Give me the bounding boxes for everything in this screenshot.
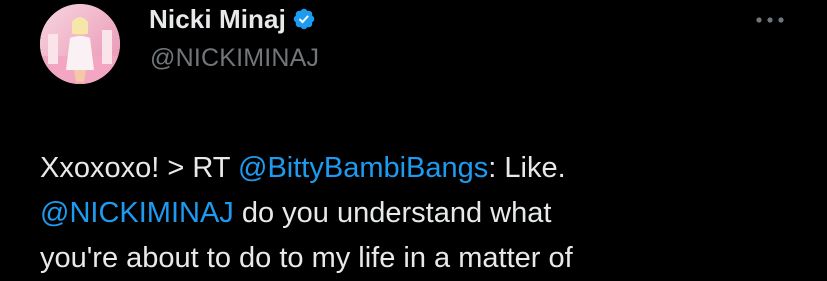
tweet-text: Xxoxoxo! > RT @BittyBambiBangs: Like. @N…	[40, 146, 810, 281]
verified-badge-icon[interactable]	[292, 7, 316, 31]
tweet-line-3: you're about to do to my life in a matte…	[40, 242, 573, 274]
tweet-text-segment: : Like.	[488, 152, 566, 184]
mention-link[interactable]: @BittyBambiBangs	[238, 152, 488, 184]
more-options-icon[interactable]	[752, 8, 788, 32]
mention-link[interactable]: @NICKIMINAJ	[40, 197, 234, 229]
display-name[interactable]: Nicki Minaj	[149, 4, 286, 35]
tweet-line-2: @NICKIMINAJ do you understand what	[40, 191, 810, 236]
tweet-text-segment: do you understand what	[233, 197, 552, 229]
tweet-text-segment: Xxoxoxo! > RT	[40, 152, 239, 184]
avatar[interactable]	[40, 4, 120, 84]
author-name-row[interactable]: Nicki Minaj	[149, 0, 316, 38]
tweet-line-1: Xxoxoxo! > RT @BittyBambiBangs: Like.	[40, 146, 810, 191]
user-handle[interactable]: @NICKIMINAJ	[150, 44, 319, 73]
